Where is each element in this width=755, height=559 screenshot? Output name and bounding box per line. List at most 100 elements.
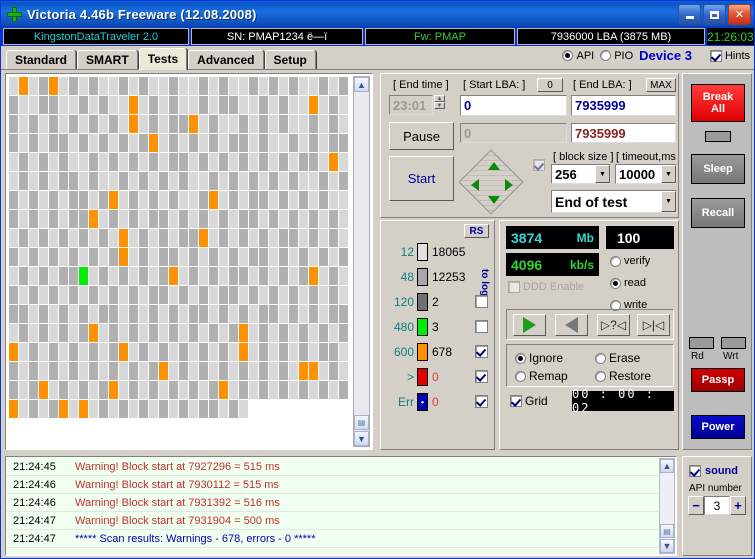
dpad-left-icon[interactable] bbox=[471, 179, 479, 191]
recall-button[interactable]: Recall bbox=[691, 198, 745, 228]
tab-tests[interactable]: Tests bbox=[138, 48, 188, 70]
log-scroll-up-button[interactable]: ▲ bbox=[660, 459, 674, 473]
surface-map-cell bbox=[119, 343, 128, 361]
passp-button[interactable]: Passp bbox=[691, 368, 745, 392]
power-button[interactable]: Power bbox=[691, 415, 745, 439]
maximize-button[interactable] bbox=[703, 4, 726, 25]
block-size-chevron-down-icon[interactable]: ▼ bbox=[595, 165, 610, 183]
action-restore-radio[interactable]: Restore bbox=[595, 369, 651, 383]
surface-map-cell bbox=[109, 343, 118, 361]
api-number-decrement[interactable]: − bbox=[688, 496, 704, 515]
tab-smart[interactable]: SMART bbox=[77, 50, 138, 69]
surface-map-cell bbox=[109, 134, 118, 152]
surface-map-cell bbox=[299, 286, 308, 304]
surface-map-cell bbox=[219, 210, 228, 228]
surface-map-cell bbox=[289, 362, 298, 380]
surface-map-cell bbox=[299, 191, 308, 209]
legend-to-log-checkbox[interactable] bbox=[475, 395, 488, 408]
scroll-thumb[interactable]: ▤ bbox=[354, 415, 369, 430]
seek-end-button[interactable]: ▷|◁ bbox=[637, 314, 670, 336]
end-lba-max-button[interactable]: MAX bbox=[646, 78, 676, 92]
action-restore-label: Restore bbox=[609, 369, 652, 383]
rs-button[interactable]: RS bbox=[464, 224, 489, 238]
dpad-right-icon[interactable] bbox=[505, 179, 513, 191]
action-remap-radio[interactable]: Remap bbox=[515, 369, 568, 383]
dpad-down-icon[interactable] bbox=[488, 196, 500, 204]
api-number-stepper[interactable]: − 3 + bbox=[688, 496, 746, 515]
dpad-enable-checkbox[interactable] bbox=[533, 159, 545, 171]
legend-to-log-checkbox[interactable] bbox=[475, 320, 488, 333]
surface-map-cell bbox=[89, 324, 98, 342]
end-time-spinner[interactable]: ▲ ▼ bbox=[434, 95, 445, 115]
seek-query-button[interactable]: ▷?◁ bbox=[597, 314, 630, 336]
legend-to-log-checkbox[interactable] bbox=[475, 295, 488, 308]
end-time-spinner-down[interactable]: ▼ bbox=[434, 102, 445, 109]
surface-map-cell bbox=[289, 248, 298, 266]
timeout-chevron-down-icon[interactable]: ▼ bbox=[661, 165, 676, 183]
log-panel[interactable]: 21:24:45 Warning! Block start at 7927296 … bbox=[5, 456, 677, 556]
surface-map-cell bbox=[339, 115, 348, 133]
surface-map-cell bbox=[139, 362, 148, 380]
size-unit: Mb bbox=[576, 230, 594, 245]
tab-advanced[interactable]: Advanced bbox=[188, 50, 264, 69]
surface-map-cell bbox=[179, 305, 188, 323]
surface-map-scrollbar[interactable]: ▲ ▤ ▼ bbox=[353, 76, 370, 447]
surface-map-viewport[interactable] bbox=[9, 77, 353, 447]
tab-setup[interactable]: Setup bbox=[264, 50, 316, 69]
start-lba-input[interactable]: 0 bbox=[460, 95, 567, 116]
surface-map-cell bbox=[9, 191, 18, 209]
sleep-button[interactable]: Sleep bbox=[691, 154, 745, 184]
surface-map-cell bbox=[69, 210, 78, 228]
radio-api[interactable]: API bbox=[562, 50, 594, 62]
log-scroll-thumb[interactable]: ▤ bbox=[660, 524, 674, 538]
hints-checkbox[interactable]: Hints bbox=[709, 49, 750, 62]
surface-map-grid[interactable] bbox=[9, 77, 353, 419]
break-all-button[interactable]: Break All bbox=[691, 84, 745, 122]
dpad-up-icon[interactable] bbox=[488, 162, 500, 170]
end-time-input[interactable]: 23:01 bbox=[389, 95, 433, 115]
pause-button[interactable]: Pause bbox=[389, 122, 454, 150]
end-time-label: [ End time ] bbox=[393, 79, 449, 91]
scroll-up-button[interactable]: ▲ bbox=[354, 77, 369, 92]
mode-verify-dot bbox=[610, 255, 621, 267]
api-number-increment[interactable]: + bbox=[730, 496, 746, 515]
sound-checkbox[interactable]: sound bbox=[689, 465, 751, 477]
timeout-select[interactable]: 10000 ▼ bbox=[615, 164, 677, 184]
mode-verify-radio[interactable]: verify bbox=[610, 255, 650, 267]
direction-pad[interactable] bbox=[458, 149, 525, 216]
start-button[interactable]: Start bbox=[389, 156, 454, 201]
play-button[interactable] bbox=[513, 314, 546, 336]
radio-pio[interactable]: PIO bbox=[600, 50, 633, 62]
legend-to-log-checkbox[interactable] bbox=[475, 370, 488, 383]
block-size-select[interactable]: 256 ▼ bbox=[551, 164, 611, 184]
legend-color-swatch bbox=[417, 317, 428, 336]
legend-threshold: 120 bbox=[393, 294, 414, 309]
surface-map-cell bbox=[69, 362, 78, 380]
log-scrollbar[interactable]: ▲ ▤ ▼ bbox=[659, 458, 675, 554]
close-button[interactable]: ✕ bbox=[728, 4, 751, 25]
rewind-button[interactable] bbox=[555, 314, 588, 336]
action-ignore-radio[interactable]: Ignore bbox=[515, 351, 563, 365]
end-of-test-chevron-down-icon[interactable]: ▼ bbox=[661, 191, 676, 212]
surface-map-cell bbox=[209, 77, 218, 95]
minimize-button[interactable] bbox=[678, 4, 701, 25]
end-time-spinner-up[interactable]: ▲ bbox=[434, 95, 445, 102]
surface-map-cell bbox=[299, 362, 308, 380]
end-lba-input[interactable]: 7935999 bbox=[571, 95, 676, 116]
surface-map-cell bbox=[179, 248, 188, 266]
surface-map-cell bbox=[159, 286, 168, 304]
mode-read-radio[interactable]: read bbox=[610, 277, 646, 289]
surface-map-cell bbox=[239, 305, 248, 323]
end-of-test-select[interactable]: End of test ▼ bbox=[551, 190, 677, 213]
log-scroll-down-button[interactable]: ▼ bbox=[660, 539, 674, 553]
grid-checkbox[interactable]: Grid bbox=[510, 394, 548, 408]
action-erase-radio[interactable]: Erase bbox=[595, 351, 640, 365]
surface-map-cell bbox=[39, 172, 48, 190]
surface-map-cell bbox=[239, 210, 248, 228]
scroll-down-button[interactable]: ▼ bbox=[354, 431, 369, 446]
legend-to-log-checkbox[interactable] bbox=[475, 345, 488, 358]
start-lba-zero-button[interactable]: 0 bbox=[537, 78, 563, 92]
ddd-enable-checkbox[interactable]: DDD Enable bbox=[508, 281, 584, 293]
surface-map-cell bbox=[19, 191, 28, 209]
tab-standard[interactable]: Standard bbox=[6, 50, 77, 69]
